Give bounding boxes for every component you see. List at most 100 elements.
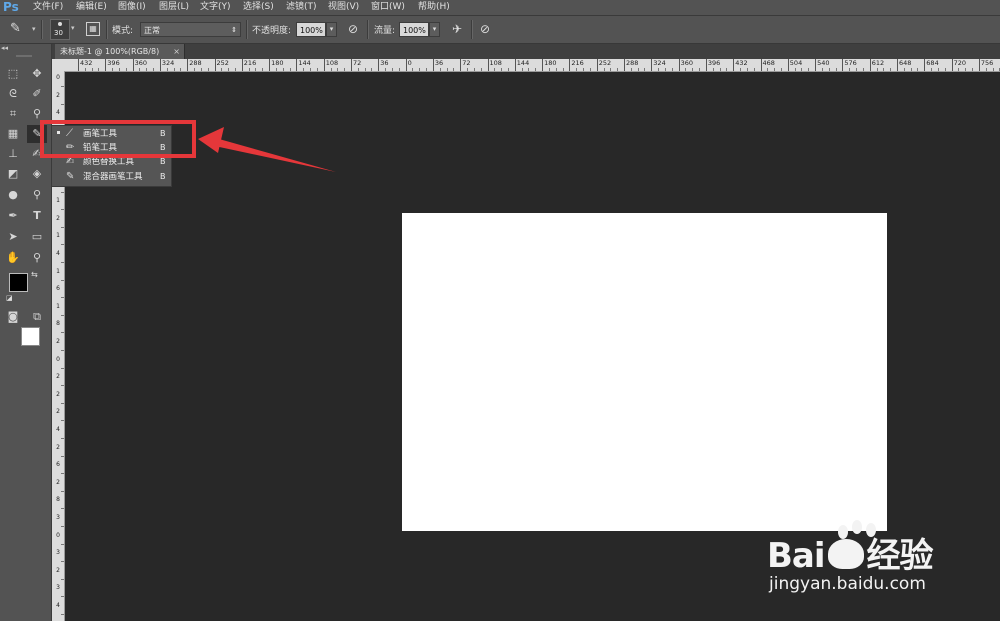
airbrush-icon[interactable]: ✈	[448, 21, 466, 37]
ruler-tick	[542, 59, 544, 71]
dodge-tool-icon[interactable]: ⚲	[27, 186, 47, 204]
opacity-label: 不透明度:	[252, 26, 292, 36]
clone-stamp-tool-icon[interactable]: ⊥	[3, 145, 23, 163]
annotation-highlight-box	[40, 120, 196, 158]
ruler-minor-tick	[835, 68, 837, 71]
collapse-panel-icon[interactable]: ◂◂	[1, 44, 8, 52]
flow-dropdown-icon[interactable]: ▾	[429, 22, 440, 37]
brush-panel-toggle-icon[interactable]: ▦	[86, 22, 100, 36]
spot-healing-tool-icon[interactable]: ▦	[3, 125, 23, 143]
ruler-minor-tick	[391, 68, 393, 71]
move-tool-icon[interactable]: ✥	[27, 65, 47, 83]
hand-tool-icon[interactable]: ✋	[3, 249, 23, 267]
menu-layer[interactable]: 图层(L)	[159, 0, 189, 15]
brush-tool-preset-icon[interactable]: ✎	[10, 21, 28, 37]
toolbar-grip[interactable]	[16, 55, 32, 57]
foreground-color-swatch[interactable]	[9, 273, 28, 292]
ruler-tick	[924, 59, 926, 71]
document-tab-strip	[52, 44, 1000, 59]
menu-select[interactable]: 选择(S)	[243, 0, 274, 15]
opacity-dropdown-icon[interactable]: ▾	[326, 22, 337, 37]
ruler-minor-tick	[944, 68, 946, 71]
ruler-minor-tick	[207, 68, 209, 71]
ruler-minor-tick	[726, 68, 728, 71]
ruler-tick	[869, 59, 871, 71]
ruler-tick	[323, 59, 325, 71]
preset-dropdown-arrow-icon[interactable]: ▾	[32, 25, 36, 33]
ruler-tick-label: 2	[56, 478, 60, 486]
menu-image[interactable]: 图像(I)	[118, 0, 146, 15]
crop-tool-icon[interactable]: ⌗	[3, 105, 23, 123]
ruler-minor-tick	[808, 68, 810, 71]
mode-select[interactable]: 正常 ⇕	[140, 22, 241, 37]
background-color-swatch[interactable]	[21, 327, 40, 346]
annotation-arrow	[198, 127, 336, 172]
ruler-tick-label: 2	[56, 373, 60, 381]
rectangle-tool-icon[interactable]: ▭	[27, 228, 47, 246]
flyout-item-mixer-brush-tool[interactable]: ✎ 混合器画笔工具 B	[52, 170, 171, 184]
ruler-tick	[78, 59, 79, 71]
ruler-tick-label: 72	[462, 59, 471, 67]
ruler-minor-tick	[589, 68, 591, 71]
ruler-minor-tick	[883, 68, 885, 71]
default-colors-icon[interactable]: ◪	[6, 294, 13, 302]
ruler-tick-label: 504	[789, 59, 803, 67]
menu-filter[interactable]: 滤镜(T)	[286, 0, 317, 15]
ruler-minor-tick	[849, 68, 851, 71]
menu-edit[interactable]: 编辑(E)	[76, 0, 107, 15]
ruler-tick	[351, 59, 352, 71]
ruler-tick-label: 6	[56, 461, 60, 469]
ruler-minor-tick	[699, 68, 701, 71]
brush-picker-arrow-icon[interactable]: ▾	[71, 24, 75, 32]
blur-tool-icon[interactable]: ●	[3, 186, 23, 204]
menu-help[interactable]: 帮助(H)	[418, 0, 450, 15]
eraser-tool-icon[interactable]: ◩	[3, 165, 23, 183]
ruler-minor-tick	[780, 68, 782, 71]
quick-selection-tool-icon[interactable]: ✐	[27, 85, 47, 103]
flyout-item-shortcut: B	[160, 172, 166, 181]
pressure-opacity-icon[interactable]: ⊘	[345, 21, 361, 37]
ruler-tick-label: 6	[56, 285, 60, 293]
ruler-minor-tick	[501, 68, 503, 71]
ruler-minor-tick	[985, 68, 987, 71]
screen-mode-icon[interactable]: ⧉	[27, 308, 47, 326]
ruler-minor-tick	[576, 68, 578, 71]
menu-window[interactable]: 窗口(W)	[371, 0, 405, 15]
opacity-field[interactable]: 100%	[296, 22, 326, 37]
ruler-tick-label: 36	[380, 59, 389, 67]
ruler-minor-tick	[255, 68, 257, 71]
quick-mask-icon[interactable]: ◙	[3, 308, 23, 326]
lasso-tool-icon[interactable]: ᘓ	[3, 85, 23, 103]
menu-type[interactable]: 文字(Y)	[200, 0, 231, 15]
close-tab-icon[interactable]: ×	[173, 44, 180, 59]
zoom-tool-icon[interactable]: ⚲	[27, 249, 47, 267]
ruler-tick	[569, 59, 571, 71]
ruler-minor-tick	[61, 455, 64, 457]
document-canvas[interactable]	[402, 213, 887, 531]
path-selection-tool-icon[interactable]: ➤	[3, 228, 23, 246]
flow-field[interactable]: 100%	[399, 22, 429, 37]
ruler-minor-tick	[453, 68, 455, 71]
ruler-minor-tick	[91, 68, 93, 71]
ruler-minor-tick	[965, 68, 967, 71]
menu-view[interactable]: 视图(V)	[328, 0, 359, 15]
ruler-tick	[705, 59, 707, 71]
ruler-minor-tick	[972, 68, 974, 71]
ruler-tick-label: 0	[56, 531, 60, 539]
type-tool-icon[interactable]: T	[27, 207, 47, 225]
ruler-tick-label: 540	[817, 59, 830, 67]
pen-tool-icon[interactable]: ✒	[3, 207, 23, 225]
horizontal-ruler[interactable]: 432 396 360 324 288 252 216 180 144 108 72 36 0 36 72 1…	[52, 59, 1000, 72]
swap-colors-icon[interactable]: ⇆	[31, 270, 38, 279]
baidu-jingyan-watermark: Bai 经验 jingyan.baidu.com	[755, 520, 995, 610]
ruler-tick-label: 396	[707, 59, 721, 67]
paint-bucket-tool-icon[interactable]: ◈	[27, 165, 47, 183]
marquee-tool-icon[interactable]: ⬚	[3, 65, 23, 83]
ruler-minor-tick	[112, 68, 114, 71]
document-tab[interactable]: 未标题-1 @ 100%(RGB/8) ×	[55, 44, 185, 59]
menu-file[interactable]: 文件(F)	[33, 0, 63, 15]
ruler-tick-label: 360	[680, 59, 694, 67]
pressure-size-icon[interactable]: ⊘	[477, 21, 493, 37]
brush-size-picker[interactable]: 30	[50, 19, 70, 40]
ruler-minor-tick	[801, 68, 803, 71]
